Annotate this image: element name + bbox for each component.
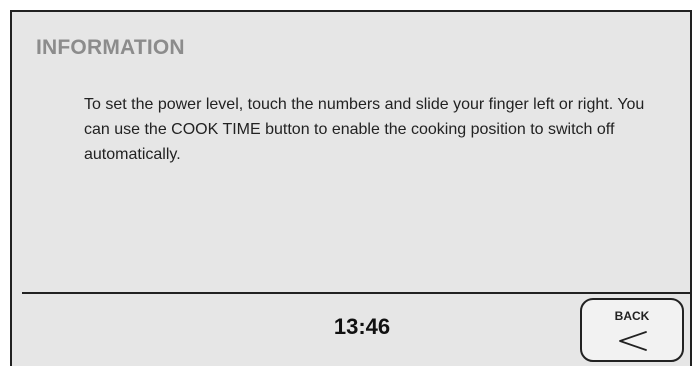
information-message: To set the power level, touch the number… <box>84 96 645 163</box>
screen: INFORMATION To set the power level, touc… <box>0 0 694 366</box>
chevron-left-icon <box>619 331 647 351</box>
dialog-title: INFORMATION <box>36 36 185 59</box>
information-dialog: INFORMATION To set the power level, touc… <box>10 10 692 366</box>
back-button[interactable]: BACK <box>580 298 684 362</box>
footer-divider <box>22 292 690 294</box>
clock-display: 13:46 <box>333 314 391 339</box>
back-button-label: BACK <box>614 309 650 323</box>
